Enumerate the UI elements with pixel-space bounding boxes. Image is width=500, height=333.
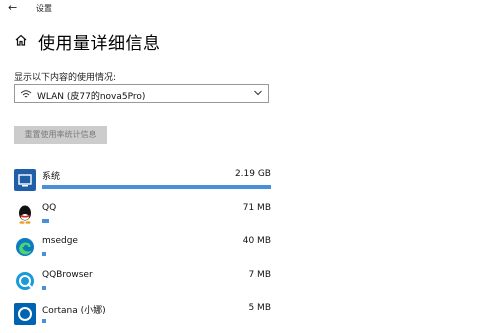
app-size: 71 MB	[242, 203, 271, 213]
usage-bar	[42, 219, 271, 223]
usage-bar-fill	[42, 286, 46, 290]
app-name: Cortana (小娜)	[42, 306, 106, 316]
app-name: 系统	[42, 172, 61, 182]
page-title: 使用量详细信息	[38, 34, 161, 54]
app-name: QQ	[42, 203, 57, 213]
usage-bar-fill	[42, 219, 49, 223]
filter-label: 显示以下内容的使用情况:	[14, 73, 117, 83]
app-name: QQBrowser	[42, 270, 93, 280]
window-title: 设置	[36, 4, 52, 13]
home-icon[interactable]	[14, 33, 28, 47]
cortana-icon	[14, 303, 36, 325]
chevron-down-icon	[254, 90, 262, 96]
qqbrowser-icon	[14, 270, 36, 292]
app-size: 40 MB	[242, 236, 271, 246]
usage-bar	[42, 185, 271, 189]
usage-bar	[42, 286, 271, 290]
wifi-icon	[20, 90, 32, 98]
title-bar: ← 设置	[0, 0, 500, 16]
usage-bar-fill	[42, 319, 46, 323]
reset-usage-button[interactable]: 重置使用率统计信息	[14, 126, 107, 144]
list-item[interactable]: 系统 2.19 GB	[14, 169, 271, 199]
list-item[interactable]: QQ 71 MB	[14, 203, 271, 233]
usage-bar-fill	[42, 252, 46, 256]
network-select-value: WLAN (皮77的nova5Pro)	[37, 92, 146, 102]
usage-bar-fill	[42, 185, 271, 189]
list-item[interactable]: Cortana (小娜) 5 MB	[14, 303, 271, 333]
network-select[interactable]: WLAN (皮77的nova5Pro)	[14, 84, 269, 103]
list-item[interactable]: QQBrowser 7 MB	[14, 270, 271, 300]
qq-icon	[14, 203, 36, 225]
app-size: 7 MB	[248, 270, 271, 280]
app-size: 2.19 GB	[234, 169, 271, 179]
edge-icon	[14, 236, 36, 258]
app-name: msedge	[42, 236, 78, 246]
back-button[interactable]: ←	[8, 1, 17, 14]
list-item[interactable]: msedge 40 MB	[14, 236, 271, 266]
system-icon	[14, 169, 36, 191]
usage-bar	[42, 252, 271, 256]
usage-bar	[42, 319, 271, 323]
